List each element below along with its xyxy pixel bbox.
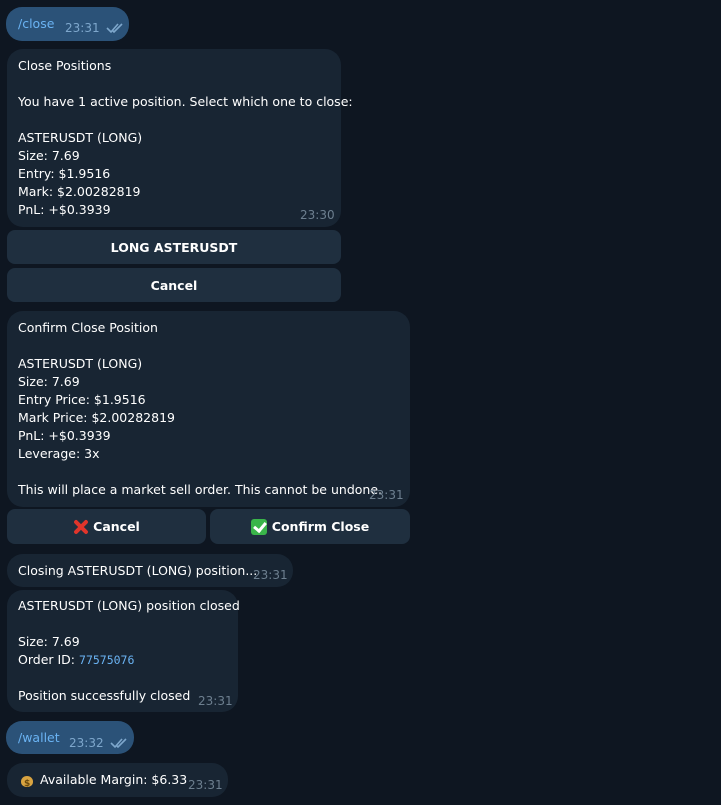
- message-time: 23:31: [198, 694, 233, 708]
- position-entry: Entry Price: $1.9516: [18, 392, 146, 407]
- order-id-label: Order ID:: [18, 652, 76, 667]
- message-title: Close Positions: [18, 58, 112, 73]
- position-size: Size: 7.69: [18, 374, 80, 389]
- order-id-value[interactable]: 77575076: [79, 653, 134, 667]
- position-size: Size: 7.69: [18, 148, 80, 163]
- margin-text: Available Margin: $6.33: [40, 772, 188, 787]
- message-time: 23:31: [253, 568, 288, 582]
- message-text: /wallet: [18, 730, 60, 745]
- money-bag-icon: [20, 772, 34, 793]
- button-label: Confirm Close: [271, 519, 370, 534]
- position-pair: ASTERUSDT (LONG): [18, 130, 143, 145]
- margin-row: Available Margin: $6.33: [20, 771, 188, 793]
- button-label: Cancel: [93, 519, 140, 534]
- position-entry: Entry: $1.9516: [18, 166, 111, 181]
- position-mark: Mark: $2.00282819: [18, 184, 141, 199]
- position-closed-message: ASTERUSDT (LONG) position closed Size: 7…: [7, 590, 240, 712]
- cross-mark-icon: [73, 519, 89, 535]
- message-time: 23:31: [65, 21, 100, 35]
- message-time: 23:31: [369, 488, 404, 502]
- cancel-button[interactable]: Cancel: [7, 268, 341, 302]
- closed-size: Size: 7.69: [18, 634, 80, 649]
- warning-text: This will place a market sell order. Thi…: [18, 482, 382, 497]
- order-id-row: Order ID: 77575076: [18, 651, 134, 669]
- cancel-close-button[interactable]: Cancel: [7, 509, 206, 544]
- position-pnl: PnL: +$0.3939: [18, 202, 111, 217]
- confirm-close-message: Confirm Close Position ASTERUSDT (LONG) …: [7, 311, 410, 507]
- available-margin-message: Available Margin: $6.33 23:31: [7, 763, 228, 797]
- position-leverage: Leverage: 3x: [18, 446, 100, 461]
- double-check-icon: [106, 23, 123, 34]
- position-mark: Mark Price: $2.00282819: [18, 410, 175, 425]
- position-pnl: PnL: +$0.3939: [18, 428, 111, 443]
- double-check-icon: [110, 738, 127, 749]
- outgoing-message-wallet: /wallet 23:32: [6, 721, 134, 754]
- close-positions-message: Close Positions You have 1 active positi…: [7, 49, 353, 227]
- outgoing-message-close: /close 23:31: [6, 7, 129, 41]
- message-title: ASTERUSDT (LONG) position closed: [18, 598, 240, 613]
- closing-message: Closing ASTERUSDT (LONG) position... 23:…: [7, 554, 293, 587]
- status-text: Position successfully closed: [18, 688, 191, 703]
- message-time: 23:30: [300, 208, 335, 222]
- message-subtitle: You have 1 active position. Select which…: [18, 94, 353, 109]
- confirm-close-button[interactable]: Confirm Close: [210, 509, 410, 544]
- message-time: 23:32: [69, 736, 104, 750]
- message-text: /close: [18, 16, 55, 31]
- button-label: LONG ASTERUSDT: [110, 239, 238, 255]
- message-text: Closing ASTERUSDT (LONG) position...: [18, 563, 258, 578]
- long-asterusdt-button[interactable]: LONG ASTERUSDT: [7, 230, 341, 264]
- position-pair: ASTERUSDT (LONG): [18, 356, 143, 371]
- button-label: Cancel: [150, 277, 198, 293]
- message-title: Confirm Close Position: [18, 320, 158, 335]
- check-mark-icon: [250, 518, 267, 535]
- message-time: 23:31: [188, 778, 223, 792]
